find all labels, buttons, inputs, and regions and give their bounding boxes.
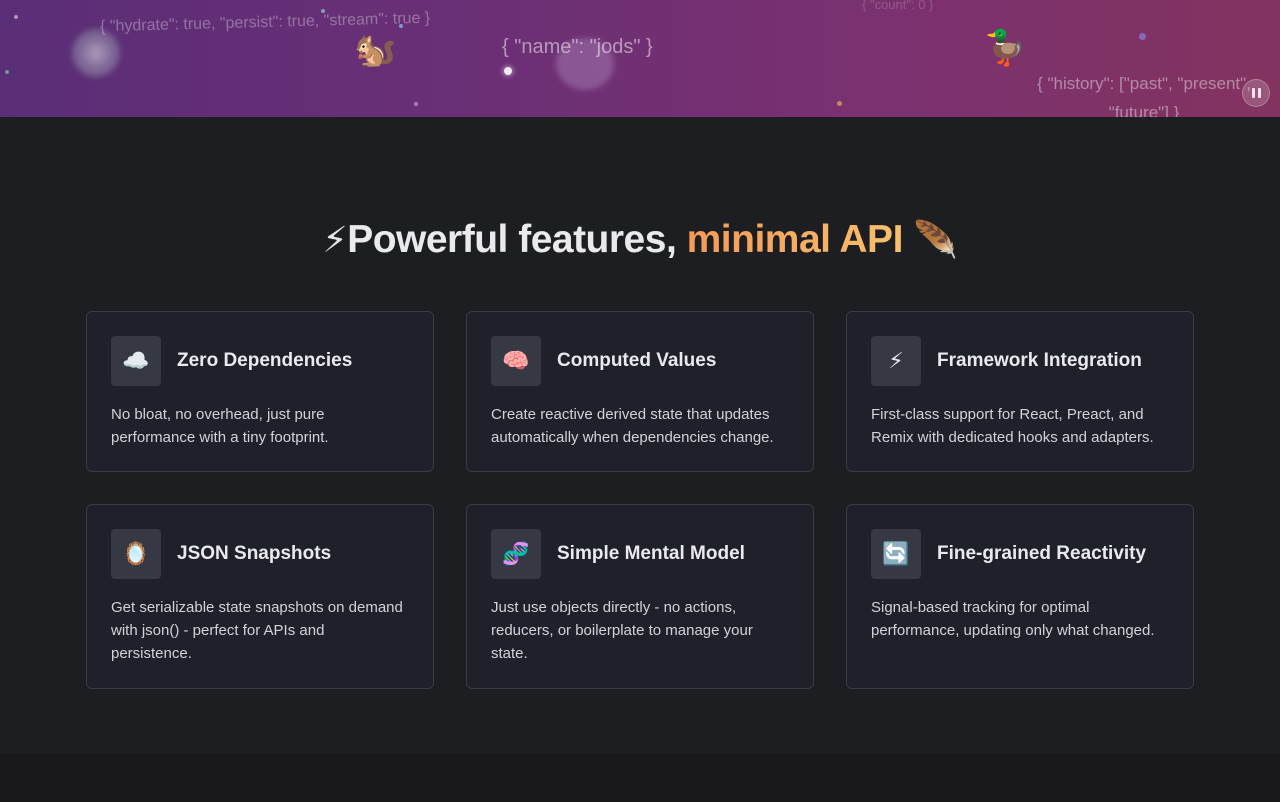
feature-card-zero-dependencies: ☁️ Zero Dependencies No bloat, no overhe… [86,311,434,472]
sparkle [837,101,842,106]
feature-title: Framework Integration [937,350,1142,371]
feature-title: Zero Dependencies [177,350,353,371]
floating-code-snippet: { "name": "jods" } [502,36,653,58]
feature-description: Signal-based tracking for optimal perfor… [871,599,1155,639]
sparkle [321,9,325,13]
feature-card-framework-integration: ⚡ Framework Integration First-class supp… [846,311,1194,472]
pause-icon [1251,88,1255,98]
feature-grid: ☁️ Zero Dependencies No bloat, no overhe… [86,311,1194,689]
feature-title: Computed Values [557,350,717,371]
sparkle [14,15,18,19]
feature-title: JSON Snapshots [177,543,332,564]
feature-title: Fine-grained Reactivity [937,543,1147,564]
squirrel-icon: 🐿️ [354,31,397,69]
pause-animation-button[interactable] [1242,79,1270,107]
sparkle [5,70,9,74]
lightning-icon: ⚡ [322,219,348,260]
feature-description: Just use objects directly - no actions, … [491,599,753,662]
floating-code-snippet: { "count": 0 } [862,0,934,12]
refresh-icon: 🔄 [871,529,921,579]
features-section: ⚡Powerful features, minimal API 🪶 ☁️ Zer… [0,117,1280,753]
feature-card-fine-grained-reactivity: 🔄 Fine-grained Reactivity Signal-based t… [846,504,1194,689]
feature-description: No bloat, no overhead, just pure perform… [111,406,329,446]
sparkle [504,67,512,75]
brain-icon: 🧠 [491,336,541,386]
feature-title: Simple Mental Model [557,543,745,564]
next-section-band [0,753,1280,802]
sparkle [399,24,403,28]
feature-description: Get serializable state snapshots on dema… [111,599,403,662]
mirror-icon: 🪞 [111,529,161,579]
feature-card-simple-mental-model: 🧬 Simple Mental Model Just use objects d… [466,504,814,689]
duck-icon: 🦆 [984,29,1027,67]
floating-code-snippet: { "history": ["past", "present", "future… [1037,74,1251,117]
hero-banner: { "hydrate": true, "persist": true, "str… [0,0,1280,117]
sparkle [1139,33,1146,40]
feature-card-json-snapshots: 🪞 JSON Snapshots Get serializable state … [86,504,434,689]
heading-accent-text: minimal API [686,218,904,261]
dna-icon: 🧬 [491,529,541,579]
sparkle [414,102,418,106]
lightning-icon: ⚡ [871,336,921,386]
disc-icon [72,29,120,77]
feature-description: First-class support for React, Preact, a… [871,406,1154,446]
feature-description: Create reactive derived state that updat… [491,406,774,446]
pause-icon [1257,88,1261,98]
cloud-icon: ☁️ [111,336,161,386]
heading-plain-text: Powerful features, [347,218,677,261]
feature-card-computed-values: 🧠 Computed Values Create reactive derive… [466,311,814,472]
feather-icon: 🪶 [913,219,958,260]
section-heading: ⚡Powerful features, minimal API 🪶 [0,217,1280,263]
